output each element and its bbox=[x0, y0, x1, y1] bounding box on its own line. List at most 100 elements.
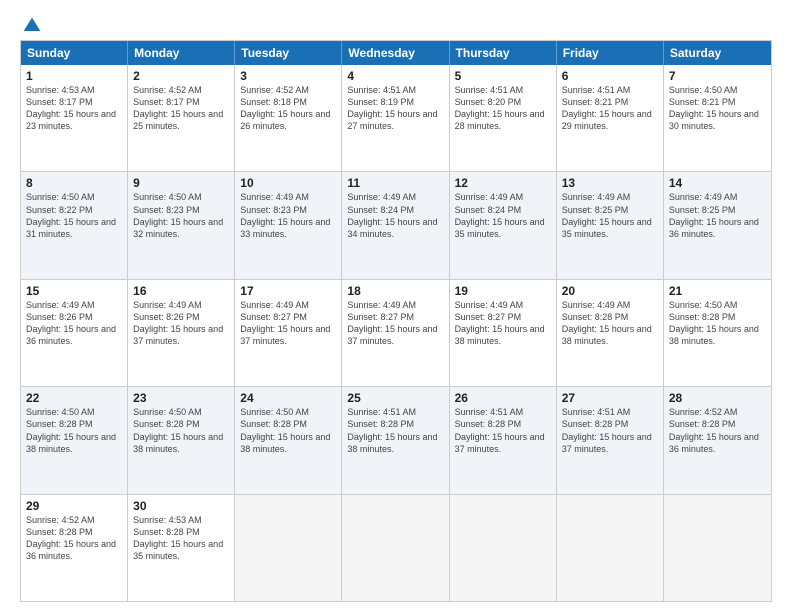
calendar-cell-day-19: 19 Sunrise: 4:49 AMSunset: 8:27 PMDaylig… bbox=[450, 280, 557, 386]
calendar-body: 1 Sunrise: 4:53 AMSunset: 8:17 PMDayligh… bbox=[21, 65, 771, 601]
header-day-tuesday: Tuesday bbox=[235, 41, 342, 65]
cell-info: Sunrise: 4:53 AMSunset: 8:28 PMDaylight:… bbox=[133, 515, 223, 561]
day-number: 2 bbox=[133, 69, 229, 83]
day-number: 16 bbox=[133, 284, 229, 298]
calendar-cell-day-27: 27 Sunrise: 4:51 AMSunset: 8:28 PMDaylig… bbox=[557, 387, 664, 493]
calendar-cell-day-2: 2 Sunrise: 4:52 AMSunset: 8:17 PMDayligh… bbox=[128, 65, 235, 171]
calendar-cell-day-28: 28 Sunrise: 4:52 AMSunset: 8:28 PMDaylig… bbox=[664, 387, 771, 493]
calendar-cell-day-9: 9 Sunrise: 4:50 AMSunset: 8:23 PMDayligh… bbox=[128, 172, 235, 278]
cell-info: Sunrise: 4:52 AMSunset: 8:28 PMDaylight:… bbox=[26, 515, 116, 561]
calendar-cell-day-25: 25 Sunrise: 4:51 AMSunset: 8:28 PMDaylig… bbox=[342, 387, 449, 493]
day-number: 30 bbox=[133, 499, 229, 513]
cell-info: Sunrise: 4:49 AMSunset: 8:25 PMDaylight:… bbox=[669, 192, 759, 238]
day-number: 1 bbox=[26, 69, 122, 83]
calendar-row-2: 8 Sunrise: 4:50 AMSunset: 8:22 PMDayligh… bbox=[21, 171, 771, 278]
calendar-cell-day-3: 3 Sunrise: 4:52 AMSunset: 8:18 PMDayligh… bbox=[235, 65, 342, 171]
cell-info: Sunrise: 4:52 AMSunset: 8:28 PMDaylight:… bbox=[669, 407, 759, 453]
calendar-cell-day-12: 12 Sunrise: 4:49 AMSunset: 8:24 PMDaylig… bbox=[450, 172, 557, 278]
calendar-cell-day-5: 5 Sunrise: 4:51 AMSunset: 8:20 PMDayligh… bbox=[450, 65, 557, 171]
calendar-cell-day-22: 22 Sunrise: 4:50 AMSunset: 8:28 PMDaylig… bbox=[21, 387, 128, 493]
logo bbox=[20, 16, 42, 32]
day-number: 17 bbox=[240, 284, 336, 298]
day-number: 28 bbox=[669, 391, 766, 405]
cell-info: Sunrise: 4:49 AMSunset: 8:26 PMDaylight:… bbox=[26, 300, 116, 346]
header-day-thursday: Thursday bbox=[450, 41, 557, 65]
cell-info: Sunrise: 4:50 AMSunset: 8:23 PMDaylight:… bbox=[133, 192, 223, 238]
cell-info: Sunrise: 4:51 AMSunset: 8:28 PMDaylight:… bbox=[347, 407, 437, 453]
day-number: 22 bbox=[26, 391, 122, 405]
calendar-cell-day-26: 26 Sunrise: 4:51 AMSunset: 8:28 PMDaylig… bbox=[450, 387, 557, 493]
day-number: 11 bbox=[347, 176, 443, 190]
cell-info: Sunrise: 4:51 AMSunset: 8:21 PMDaylight:… bbox=[562, 85, 652, 131]
calendar-cell-day-10: 10 Sunrise: 4:49 AMSunset: 8:23 PMDaylig… bbox=[235, 172, 342, 278]
day-number: 27 bbox=[562, 391, 658, 405]
day-number: 3 bbox=[240, 69, 336, 83]
day-number: 23 bbox=[133, 391, 229, 405]
day-number: 5 bbox=[455, 69, 551, 83]
calendar-cell-day-4: 4 Sunrise: 4:51 AMSunset: 8:19 PMDayligh… bbox=[342, 65, 449, 171]
calendar-cell-day-29: 29 Sunrise: 4:52 AMSunset: 8:28 PMDaylig… bbox=[21, 495, 128, 601]
calendar-cell-day-8: 8 Sunrise: 4:50 AMSunset: 8:22 PMDayligh… bbox=[21, 172, 128, 278]
day-number: 10 bbox=[240, 176, 336, 190]
day-number: 24 bbox=[240, 391, 336, 405]
day-number: 21 bbox=[669, 284, 766, 298]
calendar-row-1: 1 Sunrise: 4:53 AMSunset: 8:17 PMDayligh… bbox=[21, 65, 771, 171]
cell-info: Sunrise: 4:53 AMSunset: 8:17 PMDaylight:… bbox=[26, 85, 116, 131]
calendar-header: SundayMondayTuesdayWednesdayThursdayFrid… bbox=[21, 41, 771, 65]
day-number: 12 bbox=[455, 176, 551, 190]
day-number: 15 bbox=[26, 284, 122, 298]
day-number: 18 bbox=[347, 284, 443, 298]
header-day-wednesday: Wednesday bbox=[342, 41, 449, 65]
logo-icon bbox=[22, 16, 42, 36]
calendar-cell-empty bbox=[664, 495, 771, 601]
calendar-cell-empty bbox=[557, 495, 664, 601]
day-number: 19 bbox=[455, 284, 551, 298]
cell-info: Sunrise: 4:49 AMSunset: 8:25 PMDaylight:… bbox=[562, 192, 652, 238]
header bbox=[20, 16, 772, 32]
cell-info: Sunrise: 4:49 AMSunset: 8:24 PMDaylight:… bbox=[455, 192, 545, 238]
cell-info: Sunrise: 4:49 AMSunset: 8:27 PMDaylight:… bbox=[455, 300, 545, 346]
day-number: 29 bbox=[26, 499, 122, 513]
calendar-cell-day-6: 6 Sunrise: 4:51 AMSunset: 8:21 PMDayligh… bbox=[557, 65, 664, 171]
logo-text bbox=[20, 16, 42, 36]
day-number: 9 bbox=[133, 176, 229, 190]
calendar: SundayMondayTuesdayWednesdayThursdayFrid… bbox=[20, 40, 772, 602]
header-day-sunday: Sunday bbox=[21, 41, 128, 65]
day-number: 8 bbox=[26, 176, 122, 190]
calendar-cell-day-30: 30 Sunrise: 4:53 AMSunset: 8:28 PMDaylig… bbox=[128, 495, 235, 601]
calendar-row-4: 22 Sunrise: 4:50 AMSunset: 8:28 PMDaylig… bbox=[21, 386, 771, 493]
day-number: 4 bbox=[347, 69, 443, 83]
calendar-cell-empty bbox=[450, 495, 557, 601]
day-number: 6 bbox=[562, 69, 658, 83]
cell-info: Sunrise: 4:49 AMSunset: 8:27 PMDaylight:… bbox=[347, 300, 437, 346]
day-number: 14 bbox=[669, 176, 766, 190]
cell-info: Sunrise: 4:50 AMSunset: 8:28 PMDaylight:… bbox=[133, 407, 223, 453]
calendar-row-3: 15 Sunrise: 4:49 AMSunset: 8:26 PMDaylig… bbox=[21, 279, 771, 386]
day-number: 13 bbox=[562, 176, 658, 190]
calendar-cell-day-16: 16 Sunrise: 4:49 AMSunset: 8:26 PMDaylig… bbox=[128, 280, 235, 386]
cell-info: Sunrise: 4:50 AMSunset: 8:28 PMDaylight:… bbox=[240, 407, 330, 453]
calendar-cell-day-15: 15 Sunrise: 4:49 AMSunset: 8:26 PMDaylig… bbox=[21, 280, 128, 386]
calendar-cell-day-1: 1 Sunrise: 4:53 AMSunset: 8:17 PMDayligh… bbox=[21, 65, 128, 171]
cell-info: Sunrise: 4:50 AMSunset: 8:28 PMDaylight:… bbox=[669, 300, 759, 346]
calendar-cell-day-11: 11 Sunrise: 4:49 AMSunset: 8:24 PMDaylig… bbox=[342, 172, 449, 278]
calendar-cell-empty bbox=[342, 495, 449, 601]
calendar-cell-day-13: 13 Sunrise: 4:49 AMSunset: 8:25 PMDaylig… bbox=[557, 172, 664, 278]
calendar-cell-day-17: 17 Sunrise: 4:49 AMSunset: 8:27 PMDaylig… bbox=[235, 280, 342, 386]
cell-info: Sunrise: 4:52 AMSunset: 8:18 PMDaylight:… bbox=[240, 85, 330, 131]
cell-info: Sunrise: 4:50 AMSunset: 8:22 PMDaylight:… bbox=[26, 192, 116, 238]
calendar-row-5: 29 Sunrise: 4:52 AMSunset: 8:28 PMDaylig… bbox=[21, 494, 771, 601]
calendar-cell-day-18: 18 Sunrise: 4:49 AMSunset: 8:27 PMDaylig… bbox=[342, 280, 449, 386]
page: SundayMondayTuesdayWednesdayThursdayFrid… bbox=[0, 0, 792, 612]
header-day-saturday: Saturday bbox=[664, 41, 771, 65]
cell-info: Sunrise: 4:52 AMSunset: 8:17 PMDaylight:… bbox=[133, 85, 223, 131]
day-number: 20 bbox=[562, 284, 658, 298]
cell-info: Sunrise: 4:50 AMSunset: 8:21 PMDaylight:… bbox=[669, 85, 759, 131]
cell-info: Sunrise: 4:51 AMSunset: 8:20 PMDaylight:… bbox=[455, 85, 545, 131]
day-number: 7 bbox=[669, 69, 766, 83]
calendar-cell-day-14: 14 Sunrise: 4:49 AMSunset: 8:25 PMDaylig… bbox=[664, 172, 771, 278]
calendar-cell-day-24: 24 Sunrise: 4:50 AMSunset: 8:28 PMDaylig… bbox=[235, 387, 342, 493]
cell-info: Sunrise: 4:51 AMSunset: 8:19 PMDaylight:… bbox=[347, 85, 437, 131]
calendar-cell-day-7: 7 Sunrise: 4:50 AMSunset: 8:21 PMDayligh… bbox=[664, 65, 771, 171]
day-number: 25 bbox=[347, 391, 443, 405]
